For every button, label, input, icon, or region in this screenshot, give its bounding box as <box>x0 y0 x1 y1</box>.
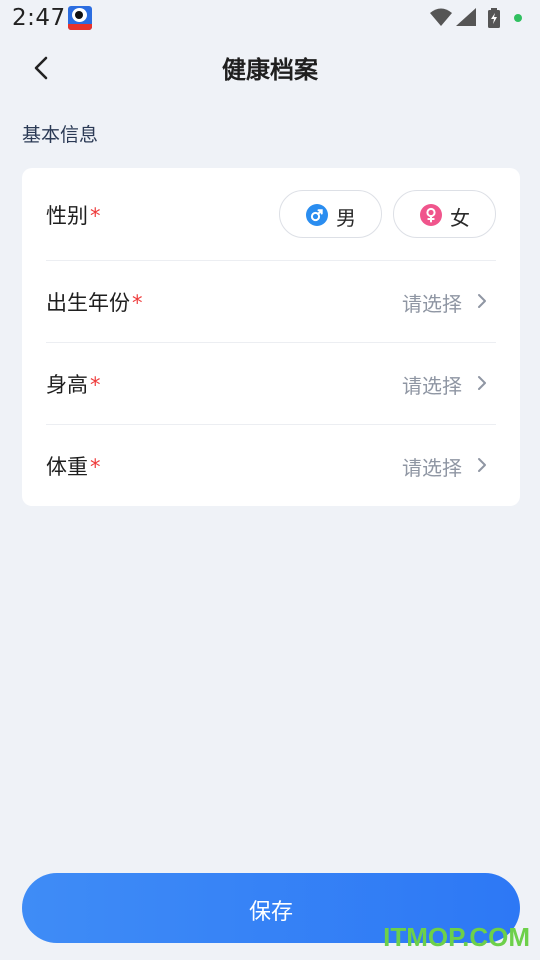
app-logo-icon <box>68 6 92 30</box>
basic-info-card: 性别* 男 女 出生年份* 请选择 身高* 请选择 体重* 请选择 <box>22 168 520 506</box>
gender-female-label: 女 <box>450 206 470 230</box>
required-mark: * <box>132 291 143 315</box>
weight-row[interactable]: 体重* 请选择 <box>46 424 496 506</box>
required-mark: * <box>90 373 101 397</box>
height-value: 请选择 <box>402 374 462 398</box>
notification-dot-icon <box>514 14 522 22</box>
status-time: 2:47 <box>12 5 66 31</box>
chevron-right-icon <box>478 458 486 472</box>
height-row[interactable]: 身高* 请选择 <box>46 342 496 424</box>
gender-male-button[interactable]: 男 <box>279 190 382 238</box>
birth-year-label: 出生年份* <box>46 291 143 315</box>
height-label: 身高* <box>46 373 101 397</box>
gender-female-button[interactable]: 女 <box>393 190 496 238</box>
weight-label: 体重* <box>46 455 101 479</box>
gender-label: 性别* <box>46 204 101 228</box>
watermark: ITMOP.COM <box>383 922 530 952</box>
male-symbol-icon <box>306 204 328 226</box>
section-title: 基本信息 <box>22 124 99 146</box>
chevron-right-icon <box>478 376 486 390</box>
chevron-right-icon <box>478 294 486 308</box>
screen: 2:47 健康档案 基本信息 性别* 男 女 出生年份* 请选择 身高* 请选择… <box>0 0 540 960</box>
weight-value: 请选择 <box>402 456 462 480</box>
header: 健康档案 <box>0 36 540 98</box>
birth-year-value: 请选择 <box>402 292 462 316</box>
gender-male-label: 男 <box>336 206 356 230</box>
wifi-icon <box>430 8 452 26</box>
required-mark: * <box>90 204 101 228</box>
battery-icon <box>488 8 500 28</box>
status-bar: 2:47 <box>0 0 540 36</box>
female-symbol-icon <box>420 204 442 226</box>
page-title: 健康档案 <box>222 56 318 84</box>
required-mark: * <box>90 455 101 479</box>
birth-year-row[interactable]: 出生年份* 请选择 <box>46 260 496 342</box>
signal-icon <box>456 8 476 26</box>
gender-row: 性别* 男 女 <box>46 173 496 255</box>
